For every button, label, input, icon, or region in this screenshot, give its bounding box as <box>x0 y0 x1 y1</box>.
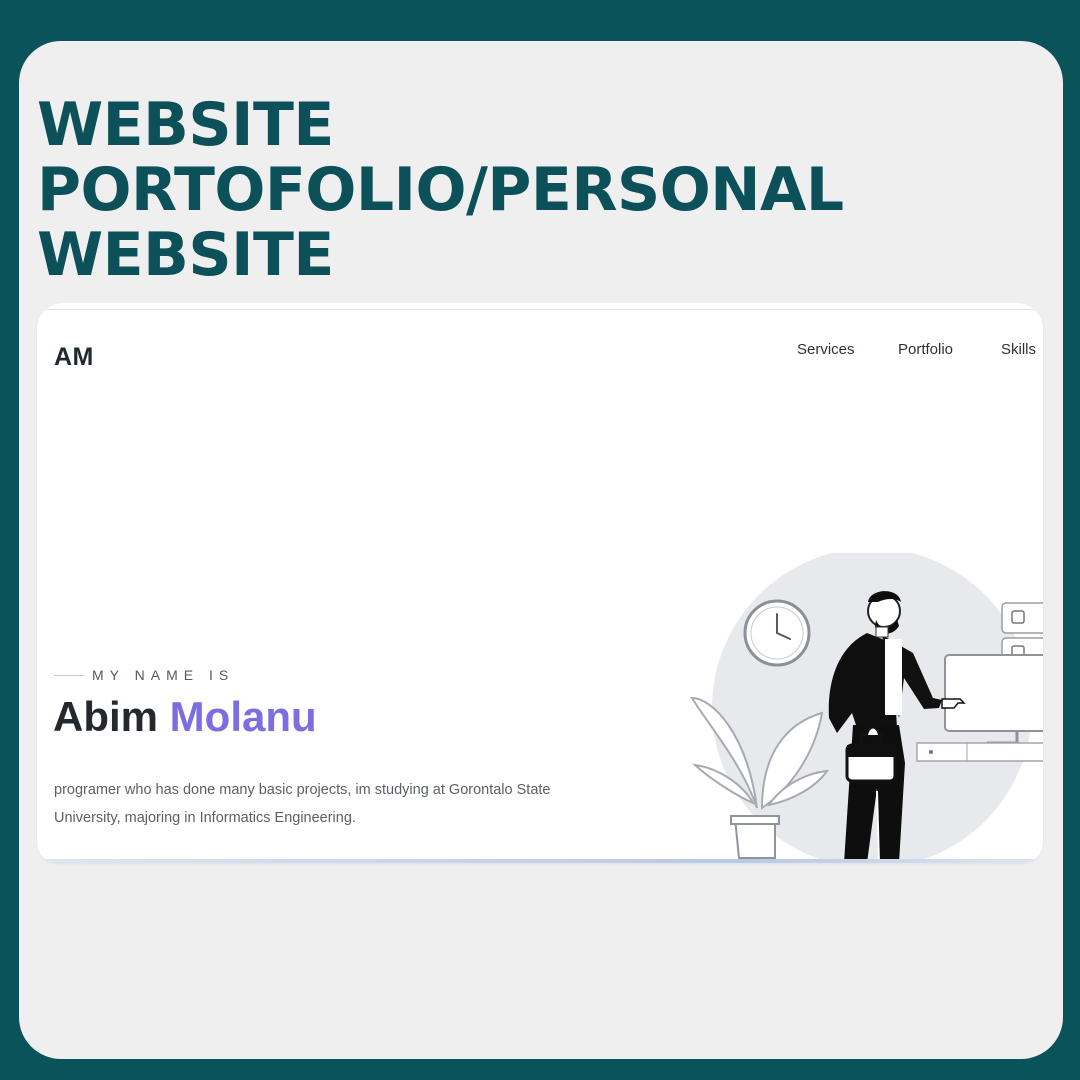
nav-portfolio-link[interactable]: Portfolio <box>898 341 953 358</box>
nav-services-link[interactable]: Services <box>797 341 855 358</box>
hero-name: Abim Molanu <box>53 693 317 741</box>
hero-last-name: Molanu <box>169 693 317 740</box>
promo-card: WEBSITE PORTOFOLIO/PERSONAL WEBSITE AM S… <box>19 41 1063 1059</box>
screenshot-bottom-edge <box>37 859 1043 863</box>
hero-intro: MY NAME IS <box>54 667 234 683</box>
website-screenshot: AM Services Portfolio Skills MY NAME IS … <box>37 303 1043 863</box>
hero-intro-text: MY NAME IS <box>92 667 235 683</box>
person-illustration <box>690 553 1043 863</box>
clock-icon <box>743 599 811 667</box>
promo-title: WEBSITE PORTOFOLIO/PERSONAL WEBSITE <box>37 90 844 290</box>
browser-top-divider <box>37 309 1043 310</box>
nav-skills-link[interactable]: Skills <box>1001 341 1036 358</box>
site-logo[interactable]: AM <box>54 343 94 372</box>
hero-description: programer who has done many basic projec… <box>54 781 551 826</box>
intro-line-decoration <box>54 674 84 676</box>
hero-first-name: Abim <box>53 693 158 740</box>
